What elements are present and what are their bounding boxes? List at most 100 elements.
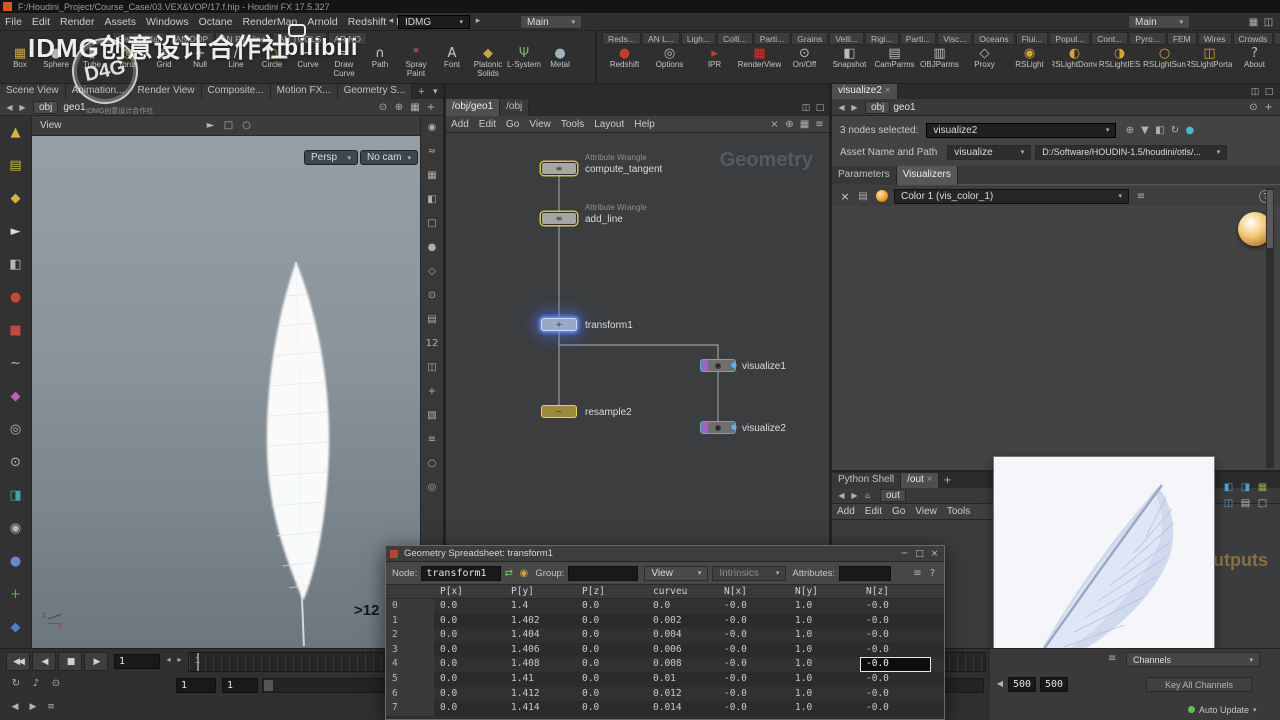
cell-ny[interactable]: 1.0	[789, 614, 860, 629]
shelf-tab[interactable]: AR NO	[328, 32, 368, 45]
spreadsheet-body[interactable]: 0 0.0 1.4 0.0 0.0 -0.0 1.0 -0.0 1 0.0 1.…	[386, 599, 944, 716]
viewport-view-menu[interactable]: View	[40, 120, 62, 131]
tab-python-shell[interactable]: Python Shell	[832, 472, 902, 488]
move-tool-icon[interactable]: ◧	[0, 248, 32, 281]
home-icon[interactable]: ⌂	[861, 491, 874, 500]
shelf-tab[interactable]: Parti...	[753, 32, 791, 45]
cell-pz[interactable]: 0.0	[576, 657, 647, 672]
asset-path-dropdown[interactable]: D:/Software/HOUDIN-1.5/houdini/otls/...	[1035, 144, 1228, 160]
network-menu-item[interactable]: Tools	[556, 116, 589, 133]
cell-curveu[interactable]: 0.0	[647, 599, 718, 614]
shelf-tool[interactable]: ▦ Box	[2, 45, 38, 83]
grid-snap-icon[interactable]: ▤	[421, 308, 444, 332]
cell-py[interactable]: 1.41	[505, 672, 576, 687]
out-menu-item[interactable]: Go	[887, 504, 910, 519]
shelf-tool[interactable]: ◧ Snapshot	[827, 45, 872, 83]
maximize-pane-button[interactable]: □	[1262, 87, 1276, 97]
path-node-label[interactable]: geo1	[893, 102, 915, 113]
current-frame-field[interactable]: 1	[114, 654, 160, 669]
display-flag[interactable]: ●	[731, 424, 737, 431]
table-row[interactable]: 2 0.0 1.404 0.0 0.004 -0.0 1.0 -0.0	[386, 628, 944, 643]
visualizer-selector[interactable]: Color 1 (vis_color_1)	[894, 188, 1129, 204]
pane-tab-visualize2[interactable]: visualize2 ×	[832, 84, 898, 99]
cell-py[interactable]: 1.402	[505, 614, 576, 629]
menu-item[interactable]: Windows	[141, 13, 194, 31]
plus-icon[interactable]: +	[423, 102, 439, 113]
gem-tool-icon[interactable]: ◆	[0, 182, 32, 215]
network-menu-item[interactable]: Edit	[474, 116, 501, 133]
column-header[interactable]: N[x]	[718, 585, 789, 599]
loop-icon[interactable]: ↻	[6, 678, 26, 689]
intrinsics-dropdown[interactable]: Intrinsics	[712, 565, 787, 581]
table-row[interactable]: 5 0.0 1.41 0.0 0.01 -0.0 1.0 -0.0	[386, 671, 944, 687]
geometry-spreadsheet-window[interactable]: Geometry Spreadsheet: transform1 ─ □ × N…	[385, 545, 945, 720]
resolution-width-field[interactable]: 500	[1008, 677, 1036, 692]
asset-name-dropdown[interactable]: visualize	[947, 144, 1032, 160]
cell-nx[interactable]: -0.0	[718, 657, 789, 672]
range-slider-handle[interactable]	[264, 680, 273, 691]
pin-icon[interactable]: ◉	[421, 116, 444, 140]
shelf-tool[interactable]: ● Metal	[542, 45, 578, 83]
shelf-tab[interactable]: Ligh...	[680, 32, 717, 45]
rings-tool-icon[interactable]: ◎	[0, 413, 32, 446]
cell-nx[interactable]: -0.0	[718, 599, 789, 614]
shelf-tool[interactable]: ◆ Platonic Solids	[470, 45, 506, 83]
pane-layout-icon-3[interactable]: ▦	[1254, 480, 1271, 496]
key-all-channels-button[interactable]: Key All Channels	[1146, 677, 1252, 692]
menu-item[interactable]: Redshift	[343, 13, 392, 31]
desktop-selector-right[interactable]: Main	[1128, 15, 1190, 29]
scroll-left-icon[interactable]: ◀	[994, 679, 1006, 688]
wire-cut-icon[interactable]: ×	[767, 119, 782, 130]
audio-icon[interactable]: ♪	[26, 678, 46, 689]
shelf-tab[interactable]: Popul...	[1049, 32, 1091, 45]
shelf-tool[interactable]: Ψ L-System	[506, 45, 542, 83]
resolution-height-field[interactable]: 500	[1040, 677, 1068, 692]
cell-pz[interactable]: 0.0	[576, 599, 647, 614]
column-header[interactable]: P[z]	[576, 585, 647, 599]
shelf-tab[interactable]: Rigi...	[865, 32, 899, 45]
shelf-tool[interactable]: ∩ Path	[362, 45, 398, 83]
spreadsheet-titlebar[interactable]: Geometry Spreadsheet: transform1 ─ □ ×	[386, 546, 944, 562]
cell-curveu[interactable]: 0.004	[647, 628, 718, 643]
pane-tab[interactable]: Geometry S...	[337, 84, 413, 99]
cell-ny[interactable]: 1.0	[789, 687, 860, 702]
cell-px[interactable]: 0.0	[434, 657, 505, 672]
out-crumb[interactable]: out	[880, 489, 906, 502]
shelf-tab[interactable]: AN DOP	[169, 32, 215, 45]
shelf-tool[interactable]: ○ Circle	[254, 45, 290, 83]
path-root-chip[interactable]: obj	[33, 100, 59, 114]
node-label[interactable]: visualize1	[742, 361, 786, 372]
list-icon[interactable]: ≡	[812, 119, 827, 130]
shelf-tool[interactable]: ◫ RSLightPortal	[1187, 45, 1232, 83]
network-tab[interactable]: /obj	[500, 99, 530, 116]
box-tool-icon[interactable]: ■	[0, 314, 32, 347]
pane-layout-icon-4[interactable]: ◫	[1220, 496, 1237, 512]
forward-button[interactable]: ▶	[848, 491, 861, 500]
grid-icon[interactable]: ▦	[407, 102, 423, 113]
shelf-tab[interactable]: Oceans	[973, 32, 1015, 45]
tab-out[interactable]: /out ×	[901, 472, 940, 488]
shelf-tool[interactable]: ◎ Torus	[110, 45, 146, 83]
network-menu-item[interactable]: Add	[446, 116, 474, 133]
cell-py[interactable]: 1.412	[505, 687, 576, 702]
range-end-field[interactable]: 1	[222, 678, 258, 693]
shelf-set-prev-icon[interactable]: ◂	[386, 16, 396, 26]
pane-tab[interactable]: Animation...	[65, 84, 132, 99]
network-menu-item[interactable]: View	[524, 116, 556, 133]
node-label[interactable]: add_line	[585, 214, 623, 225]
network-menu-item[interactable]: Help	[629, 116, 660, 133]
overview-icon[interactable]: ▦	[797, 119, 812, 130]
remove-visualizer-button[interactable]: ×	[836, 190, 854, 203]
desktop-grid-icon[interactable]: ▦	[1246, 17, 1261, 28]
network-menu-item[interactable]: Layout	[589, 116, 629, 133]
path-node-label[interactable]: geo1	[63, 102, 85, 113]
cell-ny[interactable]: 1.0	[789, 643, 860, 658]
edit-tool-icon[interactable]: ▤	[0, 149, 32, 182]
add-tool-icon[interactable]: +	[0, 578, 32, 611]
view-dropdown[interactable]: View	[644, 565, 709, 581]
column-header[interactable]: N[y]	[789, 585, 860, 599]
shelf-tool[interactable]: ≈ Draw Curve	[326, 45, 362, 83]
minimize-button[interactable]: ─	[897, 547, 912, 560]
cell-px[interactable]: 0.0	[434, 599, 505, 614]
window-titlebar[interactable]: F:/Houdini_Project/Course_Case/03.VEX&VO…	[0, 0, 1280, 13]
